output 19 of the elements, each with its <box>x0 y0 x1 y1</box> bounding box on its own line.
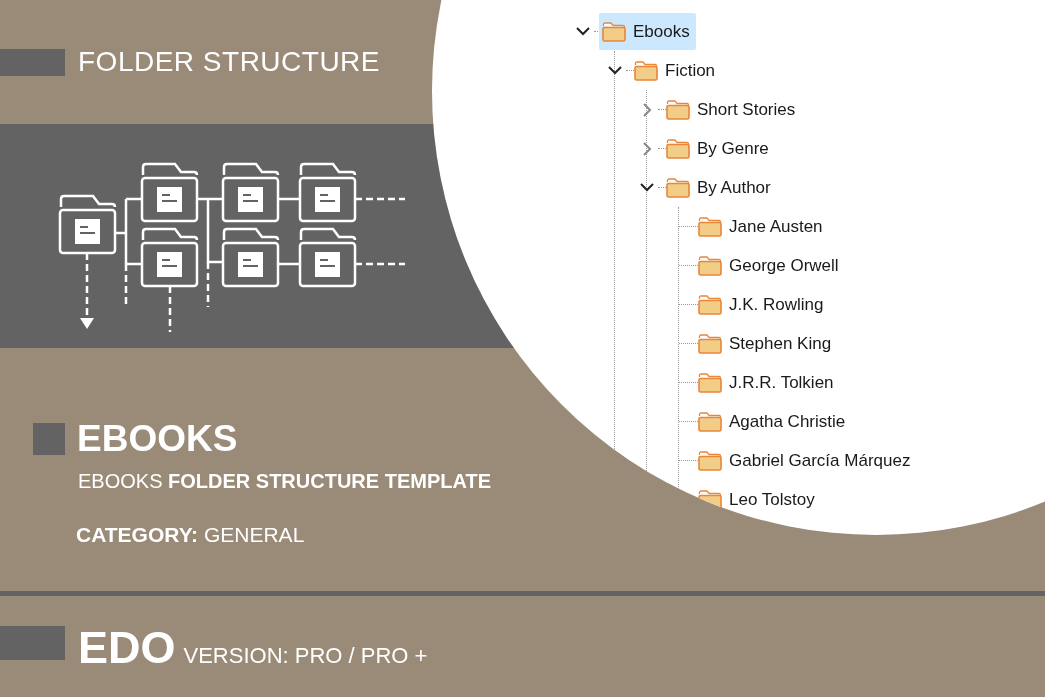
version-text: VERSION: PRO / PRO + <box>183 643 428 669</box>
tree-item[interactable]: Fiction <box>631 52 722 89</box>
template-title: EBOOKS <box>77 418 238 460</box>
tree-item[interactable]: Stephen King <box>695 325 838 362</box>
tree-item[interactable]: Agatha Christie <box>695 403 852 440</box>
page-title: FOLDER STRUCTURE <box>78 46 380 78</box>
category-text: CATEGORY: GENERAL <box>76 523 306 547</box>
tree-item[interactable]: Leo Tolstoy <box>695 481 821 518</box>
tree-item[interactable]: George Orwell <box>695 247 845 284</box>
tree-item[interactable]: Jane Austen <box>695 208 829 245</box>
tree-item[interactable]: Short Stories <box>663 91 802 128</box>
tree-item[interactable]: By Author <box>663 169 777 206</box>
tree-item[interactable]: Ebooks <box>599 13 696 50</box>
tree-item[interactable]: Gabriel García Márquez <box>695 442 917 479</box>
template-subtitle: EBOOKS FOLDER STRUCTURE TEMPLATE <box>78 470 492 493</box>
tree-item[interactable]: By Genre <box>663 130 775 167</box>
tree-item[interactable]: J.K. Rowling <box>695 286 830 323</box>
product-name: EDO <box>78 622 176 674</box>
tree-item[interactable]: J.R.R. Tolkien <box>695 364 840 401</box>
